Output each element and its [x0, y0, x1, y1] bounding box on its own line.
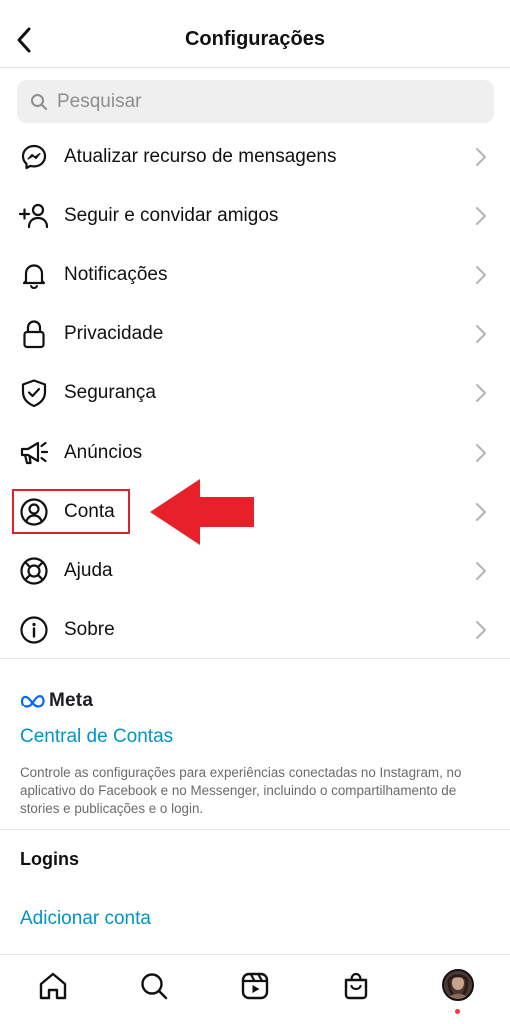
- bottom-tab-bar: [0, 954, 510, 1024]
- settings-menu: Atualizar recurso de mensagens Seguir e …: [0, 127, 510, 660]
- menu-item-label: Notificações: [64, 263, 168, 285]
- lock-icon: [19, 319, 49, 349]
- profile-avatar[interactable]: [442, 969, 474, 1001]
- reels-icon: [241, 972, 269, 1000]
- section-divider: [0, 829, 510, 830]
- tab-home[interactable]: [36, 969, 70, 1003]
- notification-dot: [455, 1009, 460, 1014]
- menu-item-messaging-update[interactable]: Atualizar recurso de mensagens: [0, 127, 510, 186]
- accounts-center-description: Controle as configurações para experiênc…: [20, 765, 462, 816]
- tab-reels[interactable]: [238, 969, 272, 1003]
- accounts-center-link[interactable]: Central de Contas: [20, 726, 173, 748]
- menu-item-follow-invite[interactable]: Seguir e convidar amigos: [0, 186, 510, 245]
- menu-item-help[interactable]: Ajuda: [0, 541, 510, 600]
- search-icon: [141, 973, 168, 1000]
- megaphone-icon: [19, 438, 49, 468]
- chevron-right-icon: [474, 620, 488, 640]
- menu-item-label: Sobre: [64, 619, 115, 641]
- section-divider: [0, 658, 510, 659]
- red-arrow-icon: [150, 479, 254, 545]
- shop-icon: [344, 972, 368, 1000]
- menu-item-security[interactable]: Segurança: [0, 364, 510, 423]
- chevron-right-icon: [474, 147, 488, 167]
- chevron-right-icon: [474, 443, 488, 463]
- tab-search[interactable]: [137, 969, 171, 1003]
- meta-infinity-icon: [20, 695, 45, 708]
- menu-item-about[interactable]: Sobre: [0, 601, 510, 660]
- shield-check-icon: [19, 378, 49, 408]
- menu-item-label: Privacidade: [64, 323, 164, 345]
- profile-photo: [444, 971, 472, 999]
- info-icon: [19, 615, 49, 645]
- search-bar[interactable]: [17, 80, 494, 123]
- chevron-right-icon: [474, 561, 488, 581]
- chevron-right-icon: [474, 206, 488, 226]
- chevron-right-icon: [474, 502, 488, 522]
- add-person-icon: [19, 201, 49, 231]
- lifebuoy-icon: [19, 556, 49, 586]
- menu-item-label: Segurança: [64, 382, 156, 404]
- bell-icon: [19, 260, 49, 290]
- chevron-right-icon: [474, 324, 488, 344]
- chevron-right-icon: [474, 265, 488, 285]
- meta-logo: Meta: [20, 690, 93, 712]
- chevron-right-icon: [474, 383, 488, 403]
- search-input[interactable]: [57, 90, 477, 113]
- top-nav-bar: Configurações: [0, 0, 510, 68]
- logins-heading: Logins: [20, 849, 79, 869]
- home-icon: [39, 972, 67, 1000]
- highlight-box: [12, 489, 130, 534]
- menu-item-label: Anúncios: [64, 441, 143, 463]
- meta-logo-text: Meta: [49, 690, 94, 711]
- menu-item-label: Atualizar recurso de mensagens: [64, 145, 337, 167]
- menu-item-ads[interactable]: Anúncios: [0, 423, 510, 482]
- menu-item-privacy[interactable]: Privacidade: [0, 305, 510, 364]
- menu-item-label: Ajuda: [64, 559, 113, 581]
- menu-item-notifications[interactable]: Notificações: [0, 245, 510, 304]
- messenger-icon: [19, 142, 49, 172]
- menu-item-label: Seguir e convidar amigos: [64, 204, 279, 226]
- search-icon: [29, 92, 49, 112]
- add-account-link[interactable]: Adicionar conta: [20, 908, 151, 930]
- tab-shop[interactable]: [339, 969, 373, 1003]
- page-title: Configurações: [184, 28, 326, 50]
